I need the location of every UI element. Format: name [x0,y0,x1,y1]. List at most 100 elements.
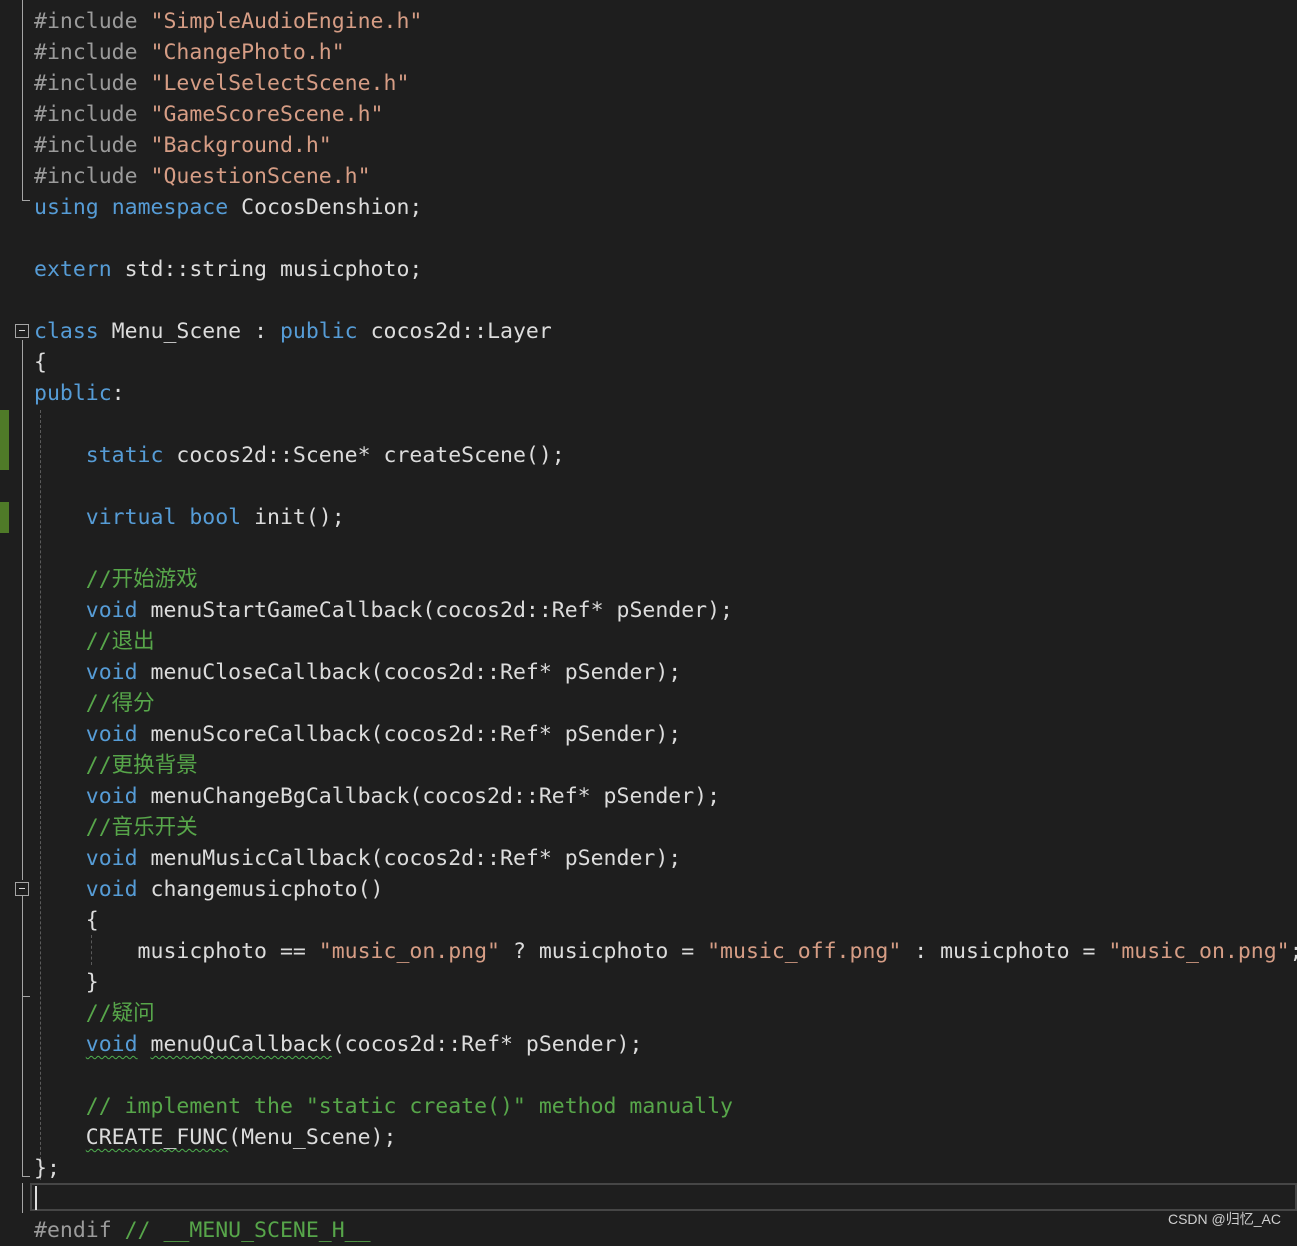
code-line[interactable] [34,409,1297,440]
code-line[interactable]: extern std::string musicphoto; [34,254,1297,285]
code-line[interactable]: virtual bool init(); [34,502,1297,533]
code-line[interactable]: { [34,347,1297,378]
code-line[interactable]: //退出 [34,626,1297,657]
code-token: #include [34,71,151,96]
code-token: "QuestionScene.h" [150,164,371,189]
code-line[interactable]: //疑问 [34,998,1297,1029]
code-token: ; [1290,939,1297,964]
code-token: (Menu_Scene); [228,1125,397,1150]
code-line[interactable]: #include "ChangePhoto.h" [34,37,1297,68]
code-token: //更换背景 [34,753,198,778]
collapse-function-button[interactable] [15,882,29,896]
code-line[interactable] [34,533,1297,564]
code-line[interactable]: musicphoto == "music_on.png" ? musicphot… [34,936,1297,967]
code-line[interactable] [34,285,1297,316]
code-line[interactable]: using namespace CocosDenshion; [34,192,1297,223]
code-token: void [85,598,138,623]
code-line[interactable]: void menuStartGameCallback(cocos2d::Ref*… [34,595,1297,626]
code-line[interactable]: void menuMusicCallback(cocos2d::Ref* pSe… [34,843,1297,874]
code-token: void [85,1032,138,1057]
code-token: : musicphoto = [901,939,1109,964]
code-line[interactable]: CREATE_FUNC(Menu_Scene); [34,1122,1297,1153]
code-line[interactable] [34,223,1297,254]
code-line[interactable]: public: [34,378,1297,409]
text-caret [35,1186,37,1210]
code-token: "ChangePhoto.h" [150,40,345,65]
code-token: ? musicphoto = [500,939,708,964]
code-line[interactable]: //开始游戏 [34,564,1297,595]
code-line[interactable]: }; [34,1153,1297,1184]
code-token: public [279,319,358,344]
code-token: CREATE_FUNC [85,1125,229,1150]
code-area[interactable]: #include "SimpleAudioEngine.h" #include "… [34,6,1297,1246]
collapse-class-button[interactable] [15,324,29,338]
code-token: Menu_Scene : [98,319,280,344]
code-line[interactable]: #include "LevelSelectScene.h" [34,68,1297,99]
code-token: "music_on.png" [318,939,500,964]
code-token: //疑问 [34,1001,155,1026]
code-token: "music_off.png" [707,939,902,964]
code-line[interactable]: #include "Background.h" [34,130,1297,161]
current-line-highlight [30,1183,1297,1211]
code-line[interactable]: #include "QuestionScene.h" [34,161,1297,192]
editor-gutter [0,0,10,1238]
code-line[interactable]: } [34,967,1297,998]
code-line[interactable]: void menuChangeBgCallback(cocos2d::Ref* … [34,781,1297,812]
code-line[interactable]: // implement the "static create()" metho… [34,1091,1297,1122]
code-line[interactable]: void changemusicphoto() [34,874,1297,905]
code-token: void [85,784,138,809]
code-line[interactable]: //音乐开关 [34,812,1297,843]
code-token: { [34,908,99,933]
code-token: #include [34,164,151,189]
code-line[interactable]: #include "GameScoreScene.h" [34,99,1297,130]
code-line[interactable] [34,1060,1297,1091]
code-line[interactable]: void menuScoreCallback(cocos2d::Ref* pSe… [34,719,1297,750]
outline-tick [22,996,30,997]
code-line[interactable]: void menuQuCallback(cocos2d::Ref* pSende… [34,1029,1297,1060]
code-token: // __MENU_SCENE_H__ [124,1218,371,1243]
code-token: #include [34,133,151,158]
code-line[interactable]: //更换背景 [34,750,1297,781]
code-line[interactable]: #include "SimpleAudioEngine.h" [34,6,1297,37]
code-line[interactable] [34,471,1297,502]
code-token: menuCloseCallback(cocos2d::Ref* pSender)… [137,660,682,685]
code-line[interactable]: { [34,905,1297,936]
code-token: changemusicphoto() [137,877,384,902]
code-token: CocosDenshion; [228,195,423,220]
code-token: menuMusicCallback(cocos2d::Ref* pSender)… [137,846,682,871]
code-token: void [85,660,138,685]
watermark: CSDN @归忆_AC [1167,1211,1281,1227]
code-token: : [111,381,125,406]
code-token: #include [34,102,151,127]
outline-line [22,1183,23,1213]
code-line[interactable]: static cocos2d::Scene* createScene(); [34,440,1297,471]
code-token: public [34,381,112,406]
code-token: (cocos2d::Ref* pSender); [331,1032,643,1057]
code-line[interactable]: class Menu_Scene : public cocos2d::Layer [34,316,1297,347]
outline-line [22,0,23,200]
change-indicator [0,410,9,470]
code-token: //音乐开关 [34,815,198,840]
code-line[interactable]: void menuCloseCallback(cocos2d::Ref* pSe… [34,657,1297,688]
outline-tick [22,200,30,201]
code-token: menuQuCallback [150,1032,332,1057]
code-token: { [34,350,47,375]
code-line[interactable]: //得分 [34,688,1297,719]
code-token: //得分 [34,691,155,716]
code-token: #include [34,9,151,34]
outline-tick [22,1176,30,1177]
code-token: bool [189,505,242,530]
code-token: menuScoreCallback(cocos2d::Ref* pSender)… [137,722,682,747]
code-token: //退出 [34,629,155,654]
code-line[interactable]: #endif // __MENU_SCENE_H__ [34,1215,1297,1246]
